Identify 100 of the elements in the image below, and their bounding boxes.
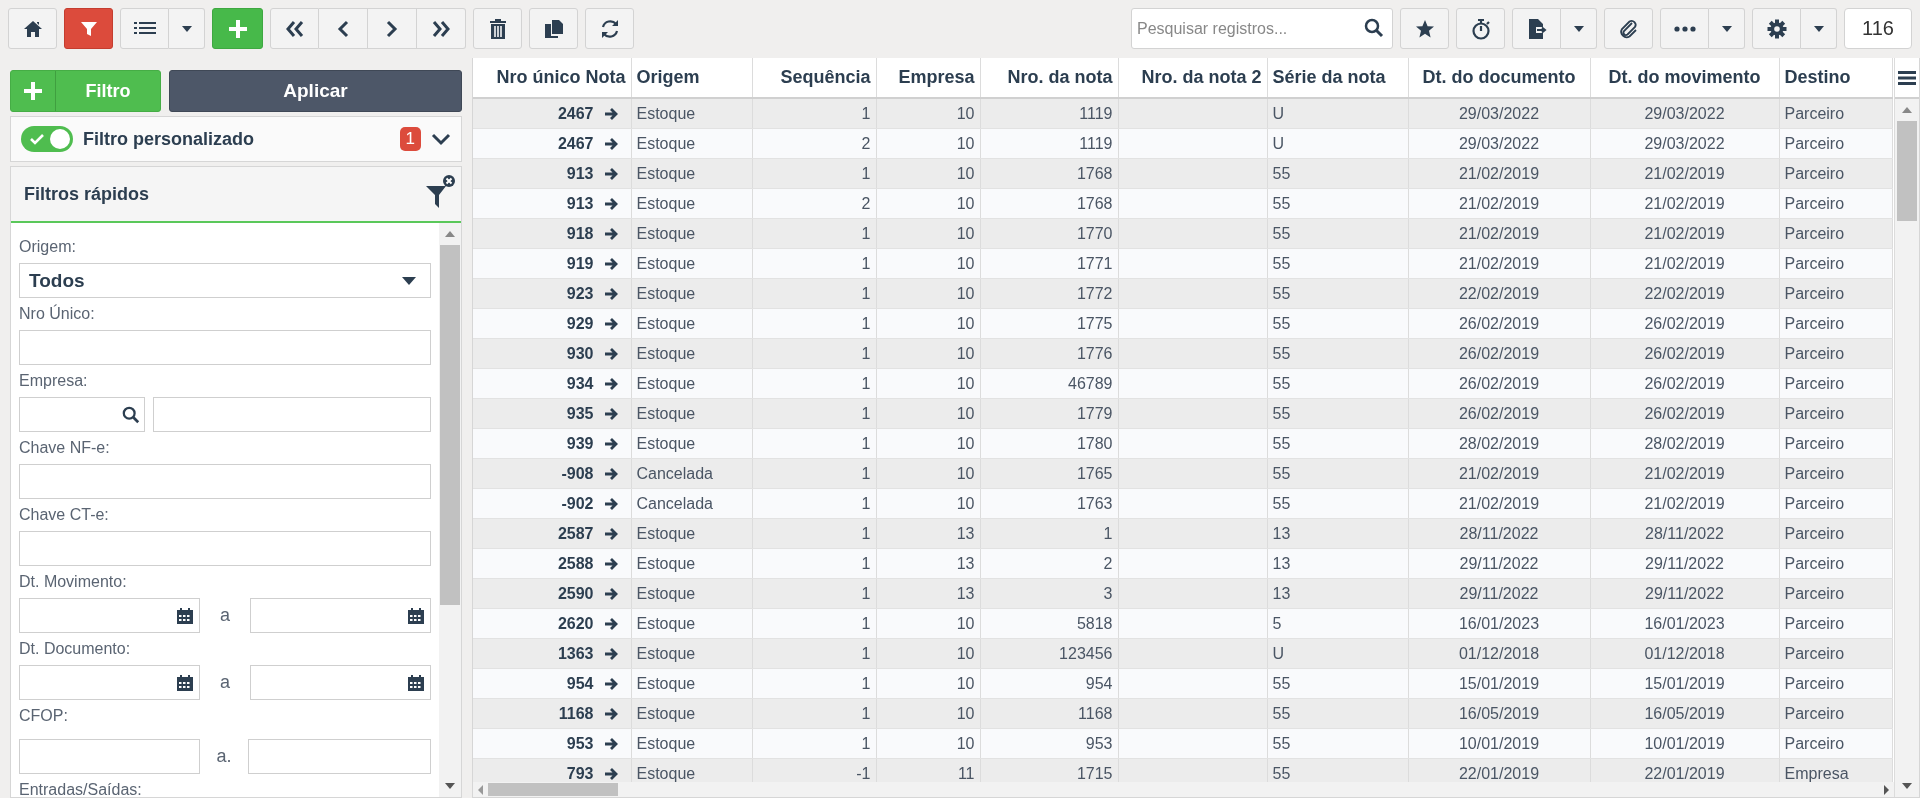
copy-icon [543, 18, 564, 39]
attachment-button[interactable] [1604, 8, 1653, 49]
last-record-button[interactable] [417, 8, 466, 49]
arrow-icon[interactable] [603, 556, 620, 571]
favorite-button[interactable] [1400, 8, 1449, 49]
search-field[interactable]: Pesquisar registros... [1131, 8, 1393, 49]
count-badge: 1 [399, 127, 421, 151]
filter-toggle-button[interactable] [64, 8, 113, 49]
refresh-button[interactable] [585, 8, 634, 49]
column-menu-icon[interactable] [1898, 69, 1916, 86]
toggle-switch[interactable] [21, 126, 73, 152]
arrow-icon[interactable] [603, 316, 620, 331]
table-cell: 55 [1267, 488, 1408, 519]
arrow-icon[interactable] [603, 106, 620, 121]
column-header[interactable]: Origem [631, 58, 752, 98]
arrow-icon[interactable] [603, 286, 620, 301]
paperclip-icon [1617, 17, 1640, 40]
export-file-button[interactable] [1512, 8, 1561, 49]
arrow-icon[interactable] [603, 226, 620, 241]
date-field[interactable] [19, 665, 201, 700]
arrow-icon[interactable] [603, 256, 620, 271]
description-field[interactable] [153, 397, 431, 432]
calendar-icon[interactable] [176, 673, 195, 692]
arrow-icon[interactable] [603, 526, 620, 541]
column-header[interactable]: Dt. do documento [1408, 58, 1590, 98]
calendar-icon[interactable] [407, 673, 425, 692]
arrow-icon[interactable] [603, 586, 620, 601]
star-icon [1414, 18, 1435, 39]
arrow-icon[interactable] [603, 376, 620, 391]
calendar-icon[interactable] [407, 606, 425, 625]
arrow-icon[interactable] [603, 646, 620, 661]
arrow-icon[interactable] [603, 196, 620, 211]
table-cell: 1 [752, 308, 876, 339]
date-field[interactable] [249, 598, 431, 633]
stopwatch-button[interactable] [1456, 8, 1505, 49]
column-header[interactable]: Dt. do movimento [1590, 58, 1779, 98]
column-header[interactable]: Empresa [876, 58, 980, 98]
arrow-icon[interactable] [603, 166, 620, 181]
horizontal-scrollbar[interactable] [473, 782, 1894, 797]
record-number: 935 [566, 404, 594, 423]
table-cell: Parceiro [1779, 218, 1892, 249]
column-header[interactable]: Série da nota [1267, 58, 1408, 98]
chevron-icon[interactable] [431, 132, 451, 146]
table-cell: 1763 [980, 488, 1118, 519]
table-cell: 21/02/2019 [1590, 218, 1779, 249]
arrow-icon[interactable] [603, 136, 620, 151]
arrow-icon[interactable] [603, 676, 620, 691]
column-header[interactable]: Nro. da nota [980, 58, 1118, 98]
more-options-button[interactable] [1660, 8, 1709, 49]
table-cell: 26/02/2019 [1590, 398, 1779, 429]
column-header[interactable]: Sequência [752, 58, 876, 98]
table-cell: 1 [980, 518, 1118, 549]
list-view-button[interactable] [120, 8, 169, 49]
delete-button[interactable] [473, 8, 522, 49]
previous-record-button[interactable] [319, 8, 368, 49]
stopwatch-icon [1469, 17, 1492, 40]
text-field[interactable] [248, 739, 431, 774]
home-button[interactable] [8, 8, 57, 49]
table-cell: 55 [1267, 758, 1408, 782]
arrow-icon[interactable] [603, 436, 620, 451]
apply-button[interactable]: Aplicar [169, 70, 462, 112]
text-field[interactable] [19, 739, 200, 774]
arrow-icon[interactable] [603, 736, 620, 751]
scrollbar[interactable] [439, 223, 461, 797]
settings-button[interactable] [1752, 8, 1801, 49]
table-cell: 21/02/2019 [1408, 218, 1590, 249]
column-header[interactable]: Nro único Nota [473, 58, 631, 98]
table-cell: 21/02/2019 [1408, 248, 1590, 279]
table-cell: 1770 [980, 218, 1118, 249]
arrow-icon[interactable] [603, 496, 620, 511]
table-cell: 26/02/2019 [1408, 398, 1590, 429]
text-field[interactable] [19, 464, 431, 499]
arrow-icon[interactable] [603, 346, 620, 361]
date-field[interactable] [19, 598, 201, 633]
table-cell: 55 [1267, 338, 1408, 369]
arrow-icon[interactable] [603, 616, 620, 631]
arrow-icon[interactable] [603, 766, 620, 781]
first-record-button[interactable] [270, 8, 319, 49]
add-button[interactable] [212, 8, 263, 49]
column-header[interactable]: Nro. da nota 2 [1118, 58, 1267, 98]
field-label: Nro Único: [19, 305, 96, 324]
search-icon[interactable] [122, 405, 140, 424]
next-record-button[interactable] [368, 8, 417, 49]
copy-button[interactable] [529, 8, 578, 49]
arrow-icon[interactable] [603, 466, 620, 481]
date-field[interactable] [249, 665, 431, 700]
table-cell: 29/03/2022 [1590, 98, 1779, 129]
calendar-icon[interactable] [176, 606, 195, 625]
dropdown-field[interactable]: Todos [19, 263, 431, 298]
table-cell: 1 [752, 398, 876, 429]
table-cell: 55 [1267, 218, 1408, 249]
lookup-field[interactable] [19, 397, 145, 432]
table-cell: 15/01/2019 [1590, 668, 1779, 699]
column-header[interactable]: Destino [1779, 58, 1892, 98]
text-field[interactable] [19, 330, 431, 365]
text-field[interactable] [19, 531, 431, 566]
vertical-scrollbar[interactable] [1895, 99, 1919, 797]
table-cell: 29/03/2022 [1408, 128, 1590, 159]
arrow-icon[interactable] [603, 406, 620, 421]
arrow-icon[interactable] [603, 706, 620, 721]
